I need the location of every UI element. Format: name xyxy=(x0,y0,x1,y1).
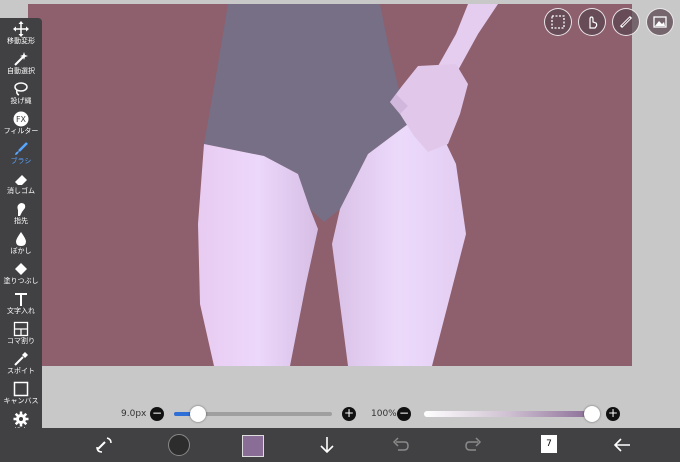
magic-wand-icon xyxy=(11,50,31,67)
ruler-button[interactable] xyxy=(612,8,640,36)
tool-fill[interactable]: 塗りつぶし xyxy=(0,260,42,290)
tool-label: 指先 xyxy=(14,217,28,225)
material-button[interactable] xyxy=(646,8,674,36)
svg-text:FX: FX xyxy=(16,115,27,124)
transform-button[interactable] xyxy=(92,433,116,457)
move-arrows-icon xyxy=(11,20,31,37)
tool-move-transform[interactable]: 移動変形 xyxy=(0,20,42,50)
brush-size-increase-button[interactable]: + xyxy=(342,407,356,421)
tool-label: 移動変形 xyxy=(7,37,35,45)
redo-button[interactable] xyxy=(462,433,486,457)
selection-button[interactable] xyxy=(544,8,572,36)
redo-icon xyxy=(465,437,482,451)
tool-label: 塗りつぶし xyxy=(3,277,39,285)
tool-filter[interactable]: FX フィルター xyxy=(0,110,42,140)
tool-eraser[interactable]: 消しゴム xyxy=(0,170,42,200)
tool-label: フィルター xyxy=(3,127,39,135)
tool-text[interactable]: 文字入れ xyxy=(0,290,42,320)
tool-panel[interactable]: コマ割り xyxy=(0,320,42,350)
tool-eyedropper[interactable]: スポイト xyxy=(0,350,42,380)
brush-preview-icon[interactable] xyxy=(168,434,190,456)
brush-slider-row: 9.0px − + 100% − + xyxy=(0,402,680,426)
tool-label: 消しゴム xyxy=(7,187,35,195)
opacity-thumb[interactable] xyxy=(584,406,600,422)
lasso-icon xyxy=(11,80,31,97)
brush-size-decrease-button[interactable]: − xyxy=(150,407,164,421)
brush-icon xyxy=(11,140,31,157)
artwork-canvas[interactable] xyxy=(28,4,632,366)
material-image-icon xyxy=(653,16,667,28)
brush-size-thumb[interactable] xyxy=(189,406,206,422)
hand-touch-button[interactable] xyxy=(578,8,606,36)
fx-icon: FX xyxy=(11,110,31,127)
tool-label: 投げ縄 xyxy=(10,97,32,105)
text-t-icon xyxy=(11,290,31,307)
bucket-fill-icon xyxy=(11,260,31,277)
eraser-icon xyxy=(11,170,31,187)
tool-label: スポイト xyxy=(7,367,35,375)
artwork-figure xyxy=(198,4,498,366)
tool-label: ぼかし xyxy=(10,247,32,255)
undo-icon xyxy=(392,437,409,451)
panel-divide-icon xyxy=(11,320,31,337)
back-arrow-icon xyxy=(613,438,630,452)
smudge-finger-icon xyxy=(11,200,31,217)
ruler-icon xyxy=(619,15,633,29)
tool-blur[interactable]: ぼかし xyxy=(0,230,42,260)
opacity-value: 100% xyxy=(371,409,397,419)
blur-drop-icon xyxy=(11,230,31,247)
canvas-area[interactable] xyxy=(0,0,680,428)
tool-lasso[interactable]: 投げ縄 xyxy=(0,80,42,110)
opacity-decrease-button[interactable]: − xyxy=(397,407,411,421)
opacity-increase-button[interactable]: + xyxy=(606,407,620,421)
transform-rotate-icon xyxy=(96,437,112,453)
download-arrow-icon xyxy=(320,437,334,454)
color-swatch-icon[interactable] xyxy=(242,435,264,457)
tool-brush[interactable]: ブラシ xyxy=(0,140,42,170)
tool-label: 文字入れ xyxy=(7,307,35,315)
hand-touch-icon xyxy=(589,16,598,29)
download-button[interactable] xyxy=(315,433,339,457)
tool-label: 自動選択 xyxy=(7,67,35,75)
layers-icon[interactable]: 7 xyxy=(541,435,557,453)
back-button[interactable] xyxy=(610,433,634,457)
bottom-toolbar: 7 xyxy=(0,428,680,462)
tool-sidebar: 移動変形 自動選択 投げ縄 FX フィルター ブラシ 消しゴム 指先 ぼかし 塗… xyxy=(0,18,42,448)
opacity-slider[interactable] xyxy=(424,411,592,417)
tool-smudge[interactable]: 指先 xyxy=(0,200,42,230)
canvas-square-icon xyxy=(11,380,31,397)
eyedropper-icon xyxy=(11,350,31,367)
tool-auto-select[interactable]: 自動選択 xyxy=(0,50,42,80)
undo-button[interactable] xyxy=(388,433,412,457)
tool-label: コマ割り xyxy=(7,337,35,345)
tool-label: ブラシ xyxy=(10,157,32,165)
selection-icon xyxy=(551,15,565,29)
brush-size-value: 9.0px xyxy=(121,409,147,419)
